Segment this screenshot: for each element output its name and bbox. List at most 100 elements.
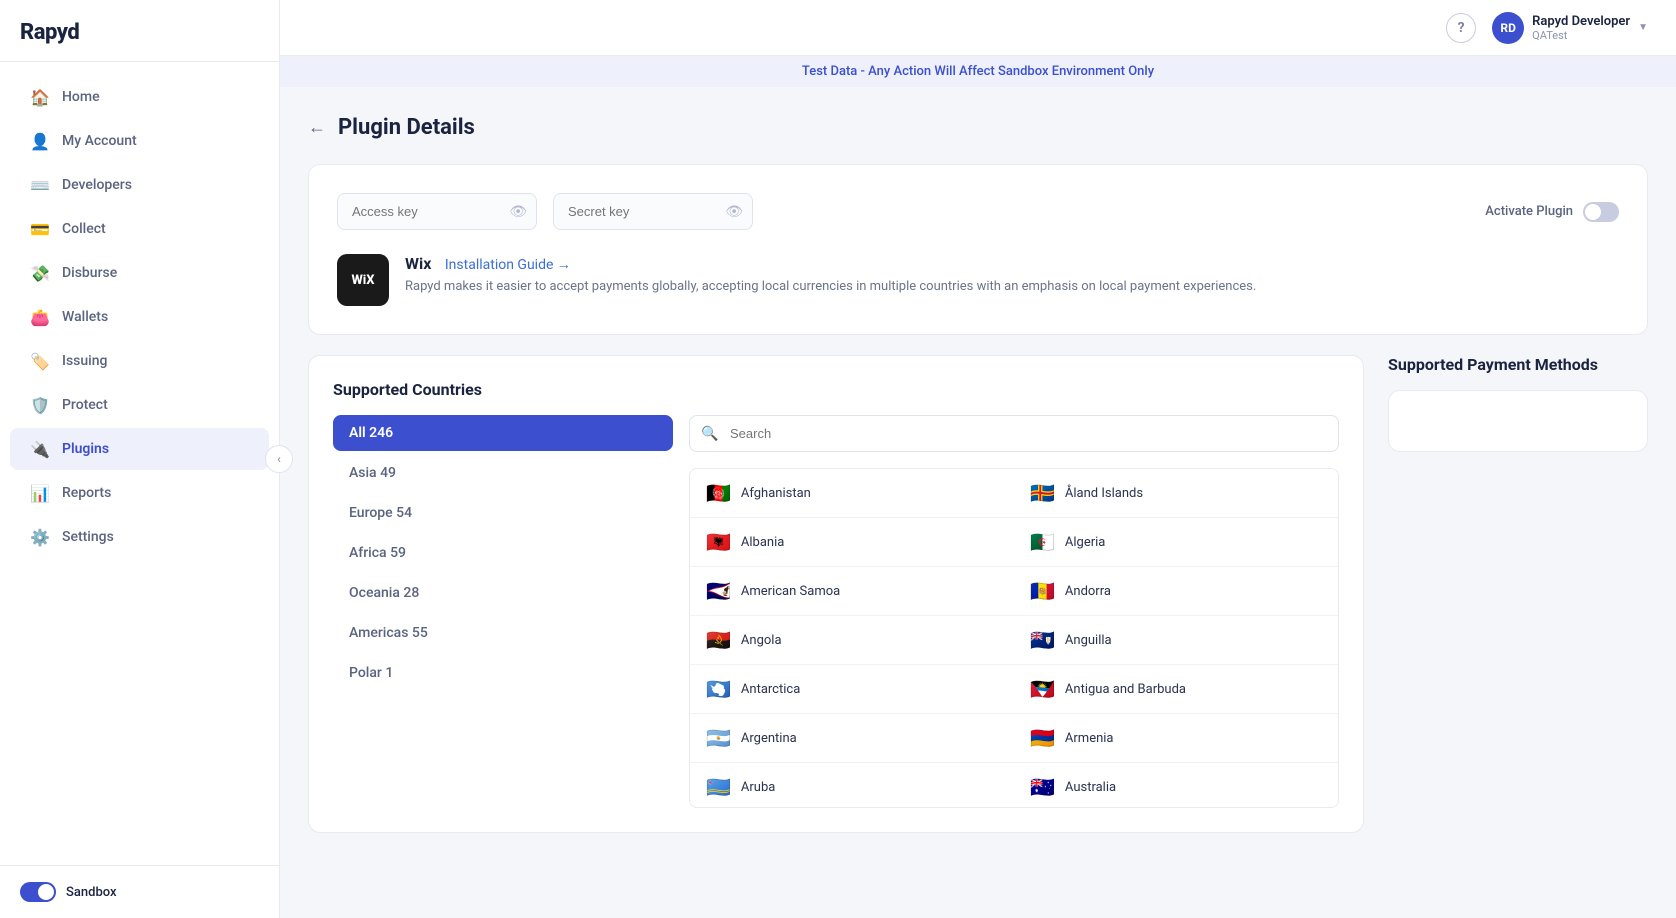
plugin-logo: WiX — [337, 254, 389, 306]
user-info[interactable]: RD Rapyd Developer QATest ▼ — [1492, 12, 1648, 44]
plugin-info: Wix Installation Guide → Rapyd makes it … — [405, 254, 1256, 297]
region-item-africa[interactable]: Africa 59 — [333, 535, 673, 571]
country-name: Angola — [741, 633, 782, 648]
sandbox-switch[interactable] — [20, 882, 56, 902]
wallets-icon: 👛 — [30, 307, 50, 327]
access-key-visibility-icon[interactable]: 👁 — [509, 204, 527, 220]
secret-key-visibility-icon[interactable]: 👁 — [725, 204, 743, 220]
sidebar-item-issuing[interactable]: 🏷️ Issuing — [10, 340, 269, 382]
country-scroll[interactable]: 🇦🇫 Afghanistan 🇦🇽 Åland Islands 🇦🇱 Alban… — [689, 468, 1339, 808]
region-item-oceania[interactable]: Oceania 28 — [333, 575, 673, 611]
country-item: 🇩🇿 Algeria — [1014, 518, 1338, 567]
activate-plugin-toggle[interactable] — [1583, 202, 1619, 222]
country-name: Aruba — [741, 780, 775, 795]
sidebar-item-my-account[interactable]: 👤 My Account — [10, 120, 269, 162]
country-item: 🇦🇼 Aruba — [690, 763, 1014, 808]
access-key-input-wrapper: 👁 — [337, 193, 537, 230]
sidebar-item-settings[interactable]: ⚙️ Settings — [10, 516, 269, 558]
country-name: Algeria — [1065, 535, 1105, 550]
country-grid: 🇦🇫 Afghanistan 🇦🇽 Åland Islands 🇦🇱 Alban… — [690, 469, 1338, 808]
regions-column: All 246 Asia 49 Europe 54 Africa 59 Oceania … — [333, 415, 673, 808]
country-flag: 🇩🇿 — [1030, 530, 1055, 554]
country-item: 🇦🇫 Afghanistan — [690, 469, 1014, 518]
user-avatar: RD — [1492, 12, 1524, 44]
user-name: Rapyd Developer — [1532, 14, 1630, 29]
country-name: Antigua and Barbuda — [1065, 682, 1186, 697]
region-item-europe[interactable]: Europe 54 — [333, 495, 673, 531]
country-item: 🇦🇲 Armenia — [1014, 714, 1338, 763]
main-content: ? RD Rapyd Developer QATest ▼ Test Data … — [280, 0, 1676, 918]
logo: Rapyd — [0, 0, 279, 62]
country-flag: 🇦🇩 — [1030, 579, 1055, 603]
country-name: Afghanistan — [741, 486, 811, 501]
country-name: Australia — [1065, 780, 1116, 795]
sidebar-item-reports[interactable]: 📊 Reports — [10, 472, 269, 514]
countries-column: 🔍 🇦🇫 Afghanistan 🇦🇽 Åland Islands 🇦🇱 Alb… — [689, 415, 1339, 808]
plugin-name: Wix — [405, 254, 431, 273]
collapse-sidebar-button[interactable]: ‹ — [265, 445, 293, 473]
country-flag: 🇦🇽 — [1030, 481, 1055, 505]
page-title: Plugin Details — [338, 115, 475, 140]
countries-payment-section: Supported Countries All 246 Asia 49 Europe… — [308, 355, 1648, 833]
topbar: ? RD Rapyd Developer QATest ▼ — [280, 0, 1676, 56]
region-item-all[interactable]: All 246 — [333, 415, 673, 451]
country-flag: 🇦🇬 — [1030, 677, 1055, 701]
country-flag: 🇦🇮 — [1030, 628, 1055, 652]
access-key-input[interactable] — [337, 193, 537, 230]
collect-icon: 💳 — [30, 219, 50, 239]
sidebar-item-wallets[interactable]: 👛 Wallets — [10, 296, 269, 338]
secret-key-input[interactable] — [553, 193, 753, 230]
region-item-polar[interactable]: Polar 1 — [333, 655, 673, 691]
country-name: American Samoa — [741, 584, 840, 599]
my-account-icon: 👤 — [30, 131, 50, 151]
country-item: 🇦🇶 Antarctica — [690, 665, 1014, 714]
activate-toggle-knob — [1585, 204, 1601, 220]
sidebar: Rapyd 🏠 Home 👤 My Account ⌨️ Developers … — [0, 0, 280, 918]
sidebar-item-developers[interactable]: ⌨️ Developers — [10, 164, 269, 206]
home-icon: 🏠 — [30, 87, 50, 107]
countries-layout: All 246 Asia 49 Europe 54 Africa 59 Oceania … — [333, 415, 1339, 808]
country-name: Anguilla — [1065, 633, 1112, 648]
country-flag: 🇦🇷 — [706, 726, 731, 750]
country-item: 🇦🇺 Australia — [1014, 763, 1338, 808]
sidebar-item-label: Wallets — [62, 309, 108, 325]
back-button[interactable]: ← — [308, 117, 326, 138]
sidebar-item-collect[interactable]: 💳 Collect — [10, 208, 269, 250]
sandbox-toggle[interactable]: Sandbox — [20, 882, 259, 902]
region-item-americas[interactable]: Americas 55 — [333, 615, 673, 651]
sandbox-banner: Test Data - Any Action Will Affect Sandb… — [280, 56, 1676, 87]
supported-countries-title: Supported Countries — [333, 380, 1339, 399]
country-name: Armenia — [1065, 731, 1114, 746]
sandbox-knob — [38, 884, 54, 900]
activate-row: Activate Plugin — [1485, 202, 1619, 222]
country-flag: 🇦🇺 — [1030, 775, 1055, 799]
protect-icon: 🛡️ — [30, 395, 50, 415]
country-item: 🇦🇩 Andorra — [1014, 567, 1338, 616]
sidebar-item-label: Home — [62, 89, 100, 105]
sidebar-item-disburse[interactable]: 💸 Disburse — [10, 252, 269, 294]
region-item-asia[interactable]: Asia 49 — [333, 455, 673, 491]
payment-methods-title: Supported Payment Methods — [1388, 355, 1648, 374]
issuing-icon: 🏷️ — [30, 351, 50, 371]
keys-row: 👁 👁 Activate Plugin — [337, 193, 1619, 230]
country-name: Antarctica — [741, 682, 800, 697]
activate-label: Activate Plugin — [1485, 204, 1573, 219]
country-name: Åland Islands — [1065, 486, 1143, 501]
page-content: ← Plugin Details 👁 👁 Activate Plu — [280, 87, 1676, 918]
keys-plugin-section: 👁 👁 Activate Plugin — [308, 164, 1648, 335]
help-button[interactable]: ? — [1446, 13, 1476, 43]
user-details: Rapyd Developer QATest — [1532, 14, 1630, 42]
sidebar-item-home[interactable]: 🏠 Home — [10, 76, 269, 118]
user-org: QATest — [1532, 29, 1630, 42]
plugin-info-row: WiX Wix Installation Guide → Rapyd makes… — [337, 254, 1619, 306]
search-icon: 🔍 — [701, 426, 718, 442]
sidebar-item-label: Issuing — [62, 353, 107, 369]
country-item: 🇦🇷 Argentina — [690, 714, 1014, 763]
sidebar-item-plugins[interactable]: 🔌 Plugins — [10, 428, 269, 470]
installation-guide-link[interactable]: Installation Guide → — [445, 257, 571, 273]
sidebar-item-protect[interactable]: 🛡️ Protect — [10, 384, 269, 426]
country-search-input[interactable] — [689, 415, 1339, 452]
sidebar-item-label: Developers — [62, 177, 132, 193]
sidebar-item-label: Settings — [62, 529, 114, 545]
country-name: Andorra — [1065, 584, 1111, 599]
